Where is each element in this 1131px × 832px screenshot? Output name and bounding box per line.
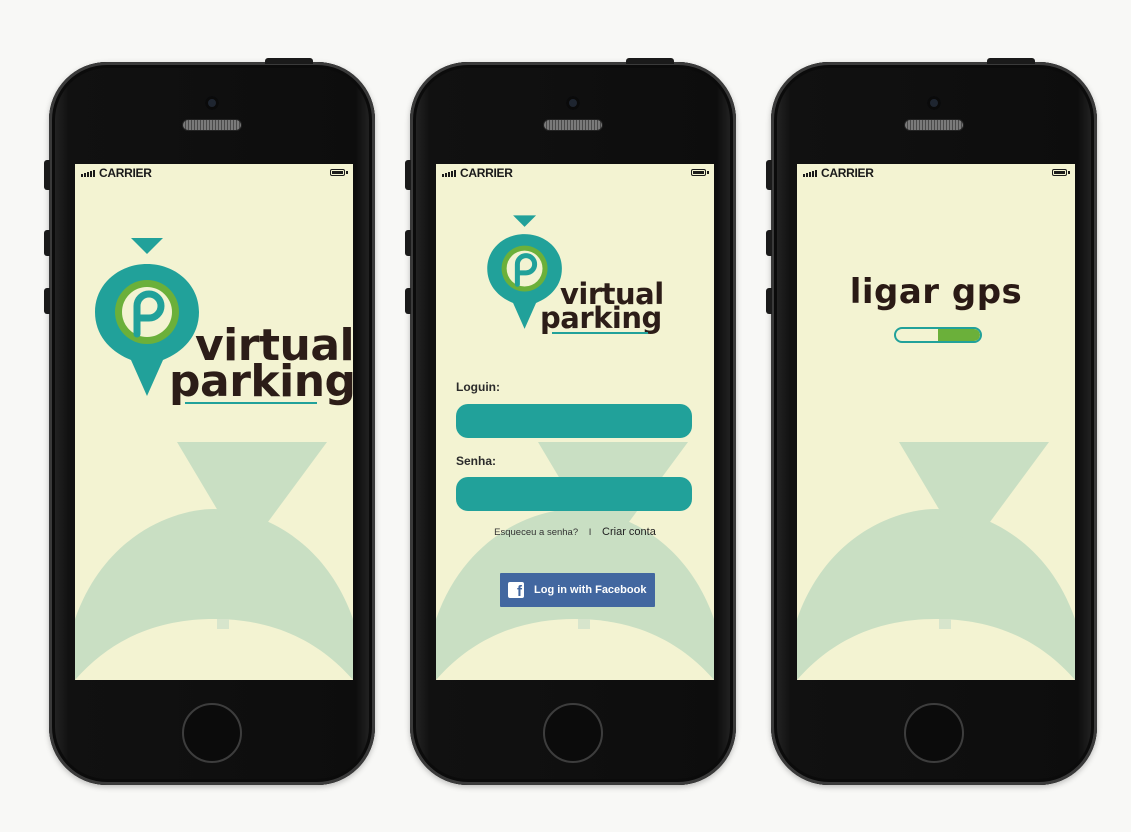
earpiece-speaker (905, 120, 963, 130)
battery-icon (691, 169, 709, 176)
power-button (265, 58, 313, 64)
signal-icon (81, 170, 95, 177)
login-screen: CARRIER virtual parking Loguin: Senha: E… (436, 164, 714, 680)
earpiece-speaker (544, 120, 602, 130)
logo-underline (552, 332, 648, 334)
status-bar: CARRIER (75, 164, 353, 182)
gps-progress-fill (938, 329, 980, 341)
home-button[interactable] (182, 703, 242, 763)
login-label: Loguin: (456, 380, 500, 394)
volume-down-button (405, 288, 411, 314)
volume-up-button (44, 230, 50, 256)
battery-icon (330, 169, 348, 176)
front-camera (927, 96, 941, 110)
phone-splash: CARRIER virtual parking (44, 58, 375, 785)
front-camera (205, 96, 219, 110)
carrier-label: CARRIER (460, 166, 513, 180)
facebook-login-button[interactable]: f Log in with Facebook (500, 573, 655, 607)
home-button[interactable] (543, 703, 603, 763)
earpiece-speaker (183, 120, 241, 130)
home-button[interactable] (904, 703, 964, 763)
create-account-link[interactable]: Criar conta (602, 526, 656, 538)
password-label: Senha: (456, 454, 497, 468)
forgot-password-link[interactable]: Esqueceu a senha? (494, 527, 578, 538)
front-camera (566, 96, 580, 110)
signal-icon (442, 170, 456, 177)
facebook-f-icon: f (508, 582, 524, 599)
logo-parking-text: parking (169, 356, 353, 407)
logo-parking-text: parking (540, 301, 662, 335)
mute-switch (405, 160, 411, 190)
phone-gps: CARRIER ligar gps (766, 58, 1097, 785)
phone-login: CARRIER virtual parking Loguin: Senha: E… (405, 58, 736, 785)
password-input[interactable] (456, 477, 692, 511)
gps-progress-bar (894, 327, 982, 343)
volume-down-button (44, 288, 50, 314)
carrier-label: CARRIER (821, 166, 874, 180)
gps-title: ligar gps (849, 272, 1023, 312)
mute-switch (766, 160, 772, 190)
battery-icon (1052, 169, 1070, 176)
splash-screen: CARRIER virtual parking (75, 164, 353, 680)
status-bar: CARRIER (797, 164, 1075, 182)
background-shapes (797, 442, 1075, 680)
status-bar: CARRIER (436, 164, 714, 182)
carrier-label: CARRIER (99, 166, 152, 180)
volume-up-button (405, 230, 411, 256)
volume-up-button (766, 230, 772, 256)
links-separator: I (588, 527, 592, 538)
power-button (987, 58, 1035, 64)
login-input[interactable] (456, 404, 692, 438)
facebook-login-label: Log in with Facebook (534, 584, 647, 596)
gps-screen: CARRIER ligar gps (797, 164, 1075, 680)
power-button (626, 58, 674, 64)
logo-underline (185, 402, 317, 404)
volume-down-button (766, 288, 772, 314)
account-links: Esqueceu a senha? I Criar conta (436, 526, 714, 538)
mute-switch (44, 160, 50, 190)
signal-icon (803, 170, 817, 177)
